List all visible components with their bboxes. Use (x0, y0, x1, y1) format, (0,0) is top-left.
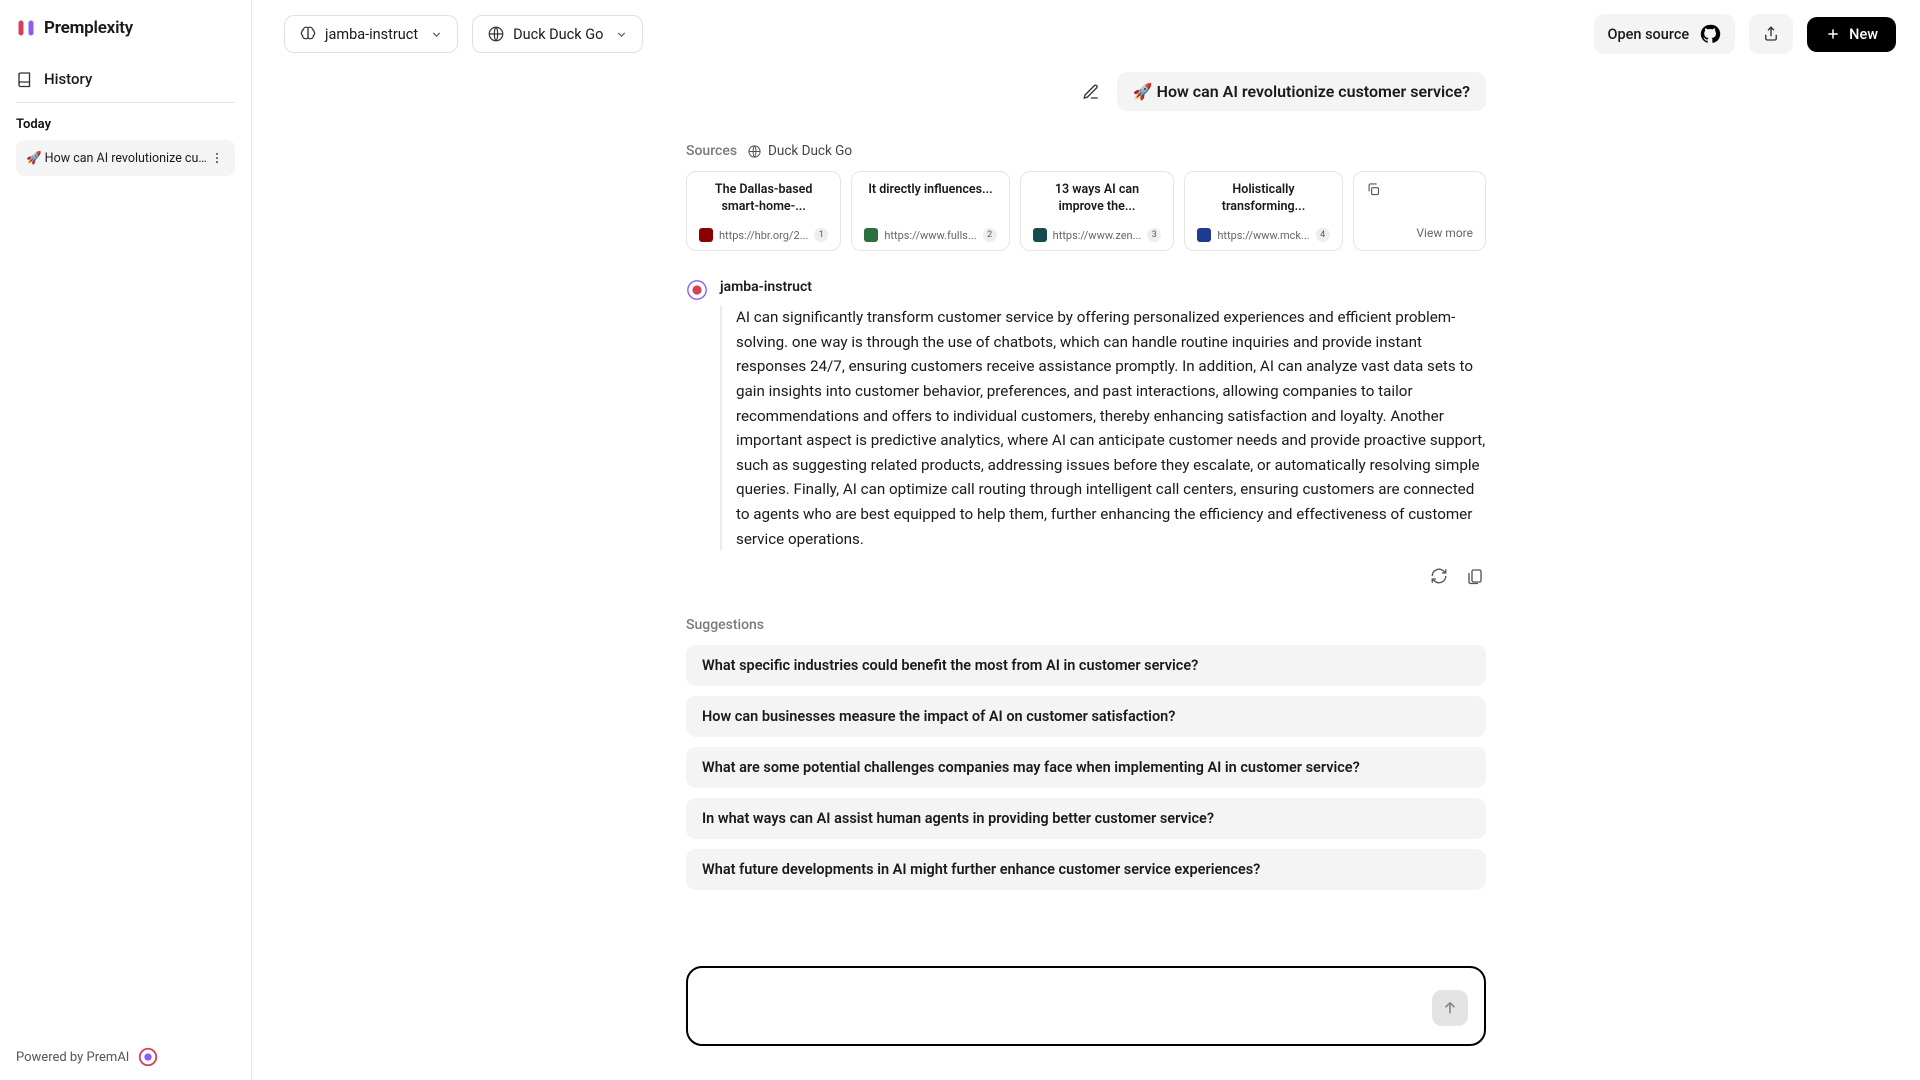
chevron-down-icon (430, 28, 443, 41)
copy-answer-button[interactable] (1464, 565, 1486, 587)
history-label: History (44, 70, 92, 88)
source-title: 13 ways AI can improve the... (1033, 182, 1162, 216)
source-number: 3 (1147, 228, 1161, 242)
footer-text: Powered by PremAI (16, 1050, 129, 1065)
input-bar (686, 966, 1486, 1046)
open-source-label: Open source (1608, 26, 1690, 43)
suggestion-item[interactable]: What specific industries could benefit t… (686, 645, 1486, 686)
view-more-label: View more (1416, 226, 1473, 240)
send-button[interactable] (1432, 990, 1468, 1026)
answer-text: AI can significantly transform customer … (720, 305, 1486, 551)
brand-name: Premplexity (44, 18, 133, 38)
source-title: It directly influences... (864, 182, 996, 199)
favicon-icon (1197, 228, 1211, 242)
favicon-icon (1033, 228, 1047, 242)
engine-selector[interactable]: Duck Duck Go (472, 15, 643, 53)
open-source-button[interactable]: Open source (1594, 14, 1736, 54)
today-label: Today (16, 117, 235, 132)
thread-title: 🚀 How can AI revolutionize customer serv… (1117, 72, 1486, 111)
sources-header: Sources Duck Duck Go (686, 143, 1486, 159)
engine-name: Duck Duck Go (768, 143, 852, 159)
share-icon (1762, 25, 1780, 43)
suggestions-label: Suggestions (686, 617, 1486, 633)
source-url: https://hbr.org/2... (719, 229, 808, 242)
input-wrap (686, 966, 1486, 1046)
source-card[interactable]: Holistically transforming... https://www… (1184, 171, 1342, 251)
source-url: https://www.zen... (1053, 229, 1142, 242)
brand: Premplexity (16, 18, 235, 38)
model-name: jamba-instruct (720, 279, 1486, 295)
history-toggle[interactable]: History (16, 64, 235, 103)
topbar: jamba-instruct Duck Duck Go Open source (252, 0, 1920, 68)
source-title: Holistically transforming... (1197, 182, 1329, 216)
source-number: 4 (1316, 228, 1330, 242)
copy-icon (1366, 182, 1473, 197)
new-button[interactable]: New (1807, 17, 1896, 52)
chevron-down-icon (615, 28, 628, 41)
main: jamba-instruct Duck Duck Go Open source (252, 0, 1920, 1080)
message-input[interactable] (706, 990, 1432, 1026)
source-number: 1 (814, 228, 828, 242)
model-selector[interactable]: jamba-instruct (284, 15, 458, 53)
view-more-sources[interactable]: View more (1353, 171, 1486, 251)
plus-icon (1825, 26, 1841, 42)
source-card[interactable]: The Dallas-based smart-home-... https://… (686, 171, 841, 251)
refresh-icon (1430, 567, 1448, 585)
sidebar: Premplexity History Today 🚀 How can AI r… (0, 0, 252, 1080)
model-selector-label: jamba-instruct (325, 26, 418, 43)
history-item[interactable]: 🚀 How can AI revolutionize cu... (16, 140, 235, 176)
engine-selector-label: Duck Duck Go (513, 26, 603, 43)
suggestion-item[interactable]: How can businesses measure the impact of… (686, 696, 1486, 737)
sources-label: Sources (686, 143, 737, 159)
regenerate-button[interactable] (1428, 565, 1450, 587)
title-row: 🚀 How can AI revolutionize customer serv… (686, 72, 1486, 111)
github-icon (1699, 23, 1721, 45)
source-number: 2 (983, 228, 997, 242)
brain-icon (299, 25, 317, 43)
edit-icon (1082, 83, 1100, 101)
globe-icon (487, 25, 505, 43)
favicon-icon (699, 228, 713, 242)
model-avatar-icon (686, 279, 708, 301)
suggestions-list: What specific industries could benefit t… (686, 645, 1486, 890)
sources-row: The Dallas-based smart-home-... https://… (686, 171, 1486, 251)
source-card[interactable]: 13 ways AI can improve the... https://ww… (1020, 171, 1175, 251)
suggestion-item[interactable]: What are some potential challenges compa… (686, 747, 1486, 788)
favicon-icon (864, 228, 878, 242)
edit-title-button[interactable] (1079, 80, 1103, 104)
source-url: https://www.fulls... (884, 229, 976, 242)
clipboard-icon (1466, 567, 1484, 585)
new-label: New (1849, 26, 1878, 43)
globe-icon (747, 144, 762, 159)
arrow-up-icon (1441, 999, 1459, 1017)
source-card[interactable]: It directly influences... https://www.fu… (851, 171, 1009, 251)
suggestion-item[interactable]: What future developments in AI might fur… (686, 849, 1486, 890)
history-item-label: 🚀 How can AI revolutionize cu... (26, 151, 207, 166)
thread-scroll[interactable]: 🚀 How can AI revolutionize customer serv… (252, 68, 1920, 1080)
source-title: The Dallas-based smart-home-... (699, 182, 828, 216)
share-button[interactable] (1749, 14, 1793, 54)
engine-pill: Duck Duck Go (747, 143, 852, 159)
book-icon (16, 70, 34, 88)
source-url: https://www.mck... (1217, 229, 1309, 242)
more-vertical-icon[interactable] (207, 148, 227, 168)
suggestion-item[interactable]: In what ways can AI assist human agents … (686, 798, 1486, 839)
answer-block: jamba-instruct AI can significantly tran… (686, 279, 1486, 551)
premai-logo-icon (137, 1046, 159, 1068)
answer-actions (686, 565, 1486, 587)
sidebar-footer: Powered by PremAI (16, 1046, 235, 1068)
brand-logo-icon (16, 18, 36, 38)
